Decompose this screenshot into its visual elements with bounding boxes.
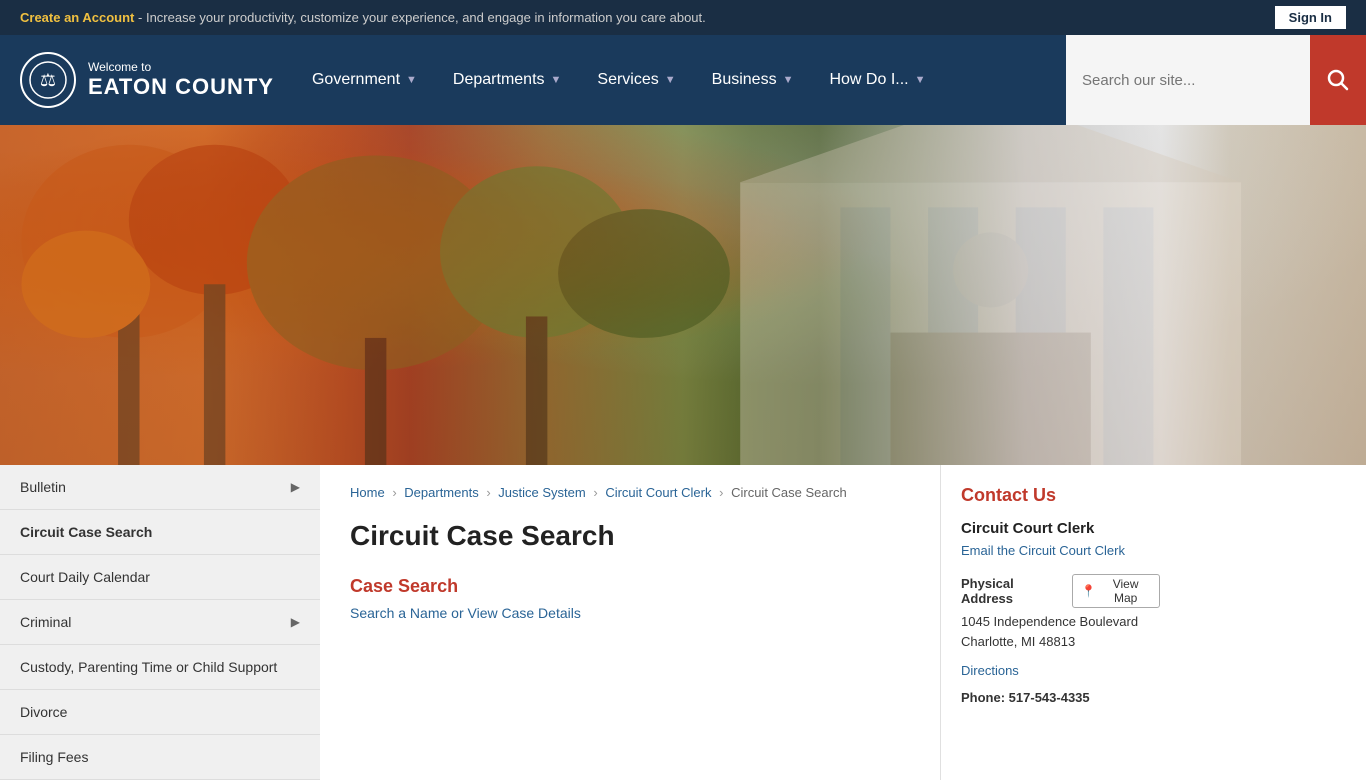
logo-area: ⚖ Welcome to EATON COUNTY	[0, 35, 294, 125]
arrow-icon: ▶	[291, 480, 300, 494]
map-pin-icon: 📍	[1081, 584, 1096, 598]
sidebar-label-court-daily-calendar: Court Daily Calendar	[20, 569, 150, 585]
sidebar-item-filing-fees[interactable]: Filing Fees	[0, 735, 320, 780]
breadcrumb-current: Circuit Case Search	[731, 485, 847, 500]
sidebar-item-circuit-case-search[interactable]: Circuit Case Search	[0, 510, 320, 555]
nav-item-departments[interactable]: Departments ▼	[435, 35, 579, 125]
search-button[interactable]	[1310, 35, 1366, 125]
sidebar-label-divorce: Divorce	[20, 704, 67, 720]
address-label-text: Physical Address	[961, 576, 1066, 606]
breadcrumb-departments[interactable]: Departments	[404, 485, 478, 500]
nav-label-services: Services	[597, 71, 658, 89]
sidebar-label-criminal: Criminal	[20, 614, 71, 630]
contact-city-state-zip: Charlotte, MI 48813	[961, 632, 1160, 652]
nav-label-government: Government	[312, 71, 400, 89]
breadcrumb-justice-system[interactable]: Justice System	[498, 485, 585, 500]
nav-item-business[interactable]: Business ▼	[694, 35, 812, 125]
main-content: Home › Departments › Justice System › Ci…	[320, 465, 940, 780]
sidebar-item-divorce[interactable]: Divorce	[0, 690, 320, 735]
view-map-label: View Map	[1100, 577, 1151, 605]
main-nav: Government ▼ Departments ▼ Services ▼ Bu…	[294, 35, 1066, 125]
contact-address: 1045 Independence Boulevard Charlotte, M…	[961, 612, 1160, 651]
phone-number: 517-543-4335	[1009, 690, 1090, 705]
search-area	[1066, 35, 1366, 125]
svg-text:⚖: ⚖	[40, 70, 56, 90]
nav-label-business: Business	[712, 71, 777, 89]
sidebar-item-custody[interactable]: Custody, Parenting Time or Child Support	[0, 645, 320, 690]
sidebar-item-criminal[interactable]: Criminal ▶	[0, 600, 320, 645]
contact-email-link[interactable]: Email the Circuit Court Clerk	[961, 543, 1160, 558]
create-account-link[interactable]: Create an Account	[20, 10, 134, 25]
chevron-down-icon: ▼	[406, 74, 417, 86]
logo-icon: ⚖	[20, 52, 76, 108]
nav-item-government[interactable]: Government ▼	[294, 35, 435, 125]
logo-text: Welcome to EATON COUNTY	[88, 60, 274, 100]
view-map-button[interactable]: 📍 View Map	[1072, 574, 1160, 608]
top-bar: Create an Account - Increase your produc…	[0, 0, 1366, 35]
breadcrumb-sep: ›	[593, 485, 597, 500]
sign-in-button[interactable]: Sign In	[1275, 6, 1346, 29]
contact-street: 1045 Independence Boulevard	[961, 612, 1160, 632]
contact-title: Contact Us	[961, 485, 1160, 506]
content-area: Bulletin ▶ Circuit Case Search Court Dai…	[0, 465, 1366, 780]
page-title: Circuit Case Search	[350, 520, 910, 552]
right-sidebar-contact: Contact Us Circuit Court Clerk Email the…	[940, 465, 1180, 780]
sidebar-label-custody: Custody, Parenting Time or Child Support	[20, 659, 277, 675]
case-search-link[interactable]: Search a Name or View Case Details	[350, 605, 581, 621]
breadcrumb-sep: ›	[392, 485, 396, 500]
logo-county-name: EATON COUNTY	[88, 74, 274, 100]
sidebar-item-bulletin[interactable]: Bulletin ▶	[0, 465, 320, 510]
chevron-down-icon: ▼	[783, 74, 794, 86]
top-bar-left: Create an Account - Increase your produc…	[20, 10, 706, 25]
sidebar-label-bulletin: Bulletin	[20, 479, 66, 495]
breadcrumb: Home › Departments › Justice System › Ci…	[350, 485, 910, 500]
chevron-down-icon: ▼	[665, 74, 676, 86]
phone-prefix: Phone:	[961, 690, 1009, 705]
arrow-icon: ▶	[291, 615, 300, 629]
hero-image	[0, 125, 1366, 465]
directions-link[interactable]: Directions	[961, 663, 1160, 678]
search-input[interactable]	[1066, 35, 1310, 125]
left-sidebar: Bulletin ▶ Circuit Case Search Court Dai…	[0, 465, 320, 780]
breadcrumb-home[interactable]: Home	[350, 485, 385, 500]
sidebar-label-filing-fees: Filing Fees	[20, 749, 88, 765]
breadcrumb-sep: ›	[486, 485, 490, 500]
nav-label-how-do-i: How Do I...	[829, 71, 908, 89]
chevron-down-icon: ▼	[551, 74, 562, 86]
logo-welcome: Welcome to	[88, 60, 274, 74]
chevron-down-icon: ▼	[915, 74, 926, 86]
case-search-title: Case Search	[350, 576, 910, 597]
breadcrumb-sep: ›	[719, 485, 723, 500]
sidebar-item-court-daily-calendar[interactable]: Court Daily Calendar	[0, 555, 320, 600]
contact-org-name: Circuit Court Clerk	[961, 520, 1160, 537]
breadcrumb-circuit-court-clerk[interactable]: Circuit Court Clerk	[605, 485, 711, 500]
sidebar-label-circuit-case-search: Circuit Case Search	[20, 524, 152, 540]
contact-address-label: Physical Address 📍 View Map	[961, 574, 1160, 608]
header: ⚖ Welcome to EATON COUNTY Government ▼ D…	[0, 35, 1366, 125]
contact-phone: Phone: 517-543-4335	[961, 690, 1160, 705]
top-bar-tagline: - Increase your productivity, customize …	[138, 10, 706, 25]
nav-item-how-do-i[interactable]: How Do I... ▼	[811, 35, 943, 125]
nav-item-services[interactable]: Services ▼	[579, 35, 693, 125]
nav-label-departments: Departments	[453, 71, 545, 89]
